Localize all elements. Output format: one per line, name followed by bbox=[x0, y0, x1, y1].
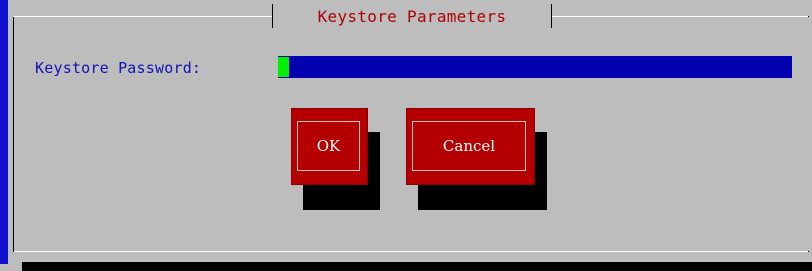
text-cursor bbox=[278, 57, 289, 77]
cancel-button-label: Cancel bbox=[442, 137, 496, 155]
keystore-password-input[interactable] bbox=[278, 56, 792, 78]
dialog-title: Keystore Parameters bbox=[317, 6, 507, 26]
ok-button-wrap: OK bbox=[291, 108, 381, 212]
ok-button[interactable]: OK bbox=[291, 108, 368, 185]
title-right-tick bbox=[551, 4, 552, 28]
cancel-button[interactable]: Cancel bbox=[406, 108, 535, 185]
cancel-button-wrap: Cancel bbox=[406, 108, 551, 212]
title-left-tick bbox=[272, 4, 273, 28]
frame-bottom-highlight bbox=[14, 251, 808, 252]
dialog-title-box: Keystore Parameters bbox=[272, 0, 552, 30]
dialog-shadow bbox=[22, 262, 812, 271]
keystore-password-label: Keystore Password: bbox=[35, 59, 202, 77]
keystore-parameters-dialog: Keystore Parameters Keystore Password: O… bbox=[8, 0, 812, 262]
window-left-edge bbox=[0, 0, 8, 264]
ok-button-label: OK bbox=[316, 137, 341, 155]
